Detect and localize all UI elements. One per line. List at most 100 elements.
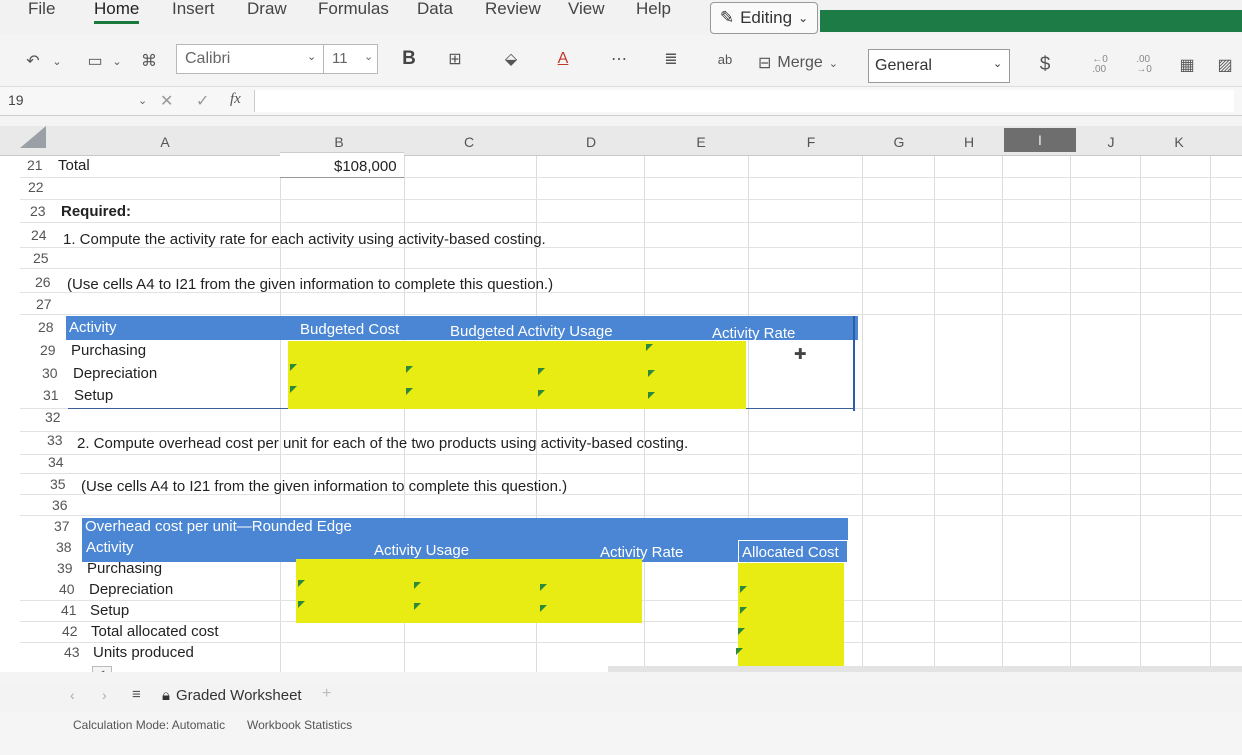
cell-a24[interactable]: 1. Compute the activity rate for each ac…: [63, 231, 546, 248]
chevron-down-icon[interactable]: ⌄: [138, 94, 147, 107]
select-all-corner[interactable]: [20, 126, 46, 148]
scroll-left-icon[interactable]: ◂: [92, 666, 112, 672]
tab-help[interactable]: Help: [636, 0, 671, 24]
name-box[interactable]: 19: [8, 92, 24, 108]
clipboard-icon[interactable]: ▭: [80, 46, 110, 76]
row-number[interactable]: 36: [52, 497, 68, 513]
cell-a21[interactable]: Total: [58, 157, 90, 174]
more-options-icon[interactable]: ⋯: [604, 44, 634, 74]
allocated-cost-purchasing-input[interactable]: [738, 563, 844, 584]
table2-row-depreciation[interactable]: Depreciation: [89, 581, 173, 598]
table2-row-total-allocated[interactable]: Total allocated cost: [91, 623, 219, 640]
row-number[interactable]: 35: [50, 476, 66, 492]
row-number[interactable]: 40: [59, 581, 75, 597]
cell-a33[interactable]: 2. Compute overhead cost per unit for ea…: [77, 435, 688, 452]
table2-header-activity[interactable]: Activity: [86, 539, 134, 556]
tab-home[interactable]: Home: [94, 0, 140, 24]
spreadsheet-grid[interactable]: A B C D E F G H I J K 21 22 23 24 25 26 …: [0, 126, 1242, 672]
decrease-decimal-button[interactable]: .00 →0: [1126, 50, 1162, 80]
tab-formulas[interactable]: Formulas: [318, 0, 389, 24]
table2-row-units-produced[interactable]: Units produced: [93, 644, 194, 661]
row-number[interactable]: 37: [54, 518, 70, 534]
font-size-select[interactable]: 11 ⌄: [323, 45, 379, 73]
cell-a26[interactable]: (Use cells A4 to I21 from the given info…: [67, 276, 553, 293]
table1-header-activity-rate[interactable]: Activity Rate: [712, 325, 795, 342]
align-icon[interactable]: ≣: [656, 44, 686, 74]
table2-header-allocated-cost[interactable]: Allocated Cost: [742, 544, 839, 561]
table1-header-activity-usage[interactable]: Budgeted Activity Usage: [450, 323, 613, 340]
borders-icon[interactable]: ⊞: [440, 44, 470, 74]
sheet-list-icon[interactable]: ≡: [132, 686, 141, 703]
tab-draw[interactable]: Draw: [247, 0, 287, 24]
table1-row-purchasing[interactable]: Purchasing: [71, 342, 146, 359]
row-number[interactable]: 29: [40, 342, 56, 358]
function-icon[interactable]: fx: [230, 91, 241, 108]
col-header-e[interactable]: E: [676, 134, 726, 150]
table1-row-setup[interactable]: Setup: [74, 387, 113, 404]
activity-usage-purchasing-input-2[interactable]: [538, 341, 648, 363]
col-header-i[interactable]: I: [1004, 128, 1076, 152]
row-number[interactable]: 23: [30, 203, 46, 219]
col-header-d[interactable]: D: [566, 134, 616, 150]
col-header-b[interactable]: B: [314, 134, 364, 150]
format-as-table-icon[interactable]: ▦: [1172, 50, 1202, 80]
row-number[interactable]: 21: [27, 157, 43, 173]
format-painter-icon[interactable]: ⌘: [134, 46, 164, 76]
activity-usage-purchasing-input-2[interactable]: [414, 559, 538, 580]
row-number[interactable]: 30: [42, 365, 58, 381]
col-header-g[interactable]: G: [874, 134, 924, 150]
sheet-tab-graded-worksheet[interactable]: 🔒︎ Graded Worksheet: [162, 687, 302, 704]
calculation-mode[interactable]: Calculation Mode: Automatic: [73, 718, 225, 732]
cell-styles-icon[interactable]: ▨: [1212, 50, 1238, 80]
tab-view[interactable]: View: [568, 0, 605, 24]
col-header-k[interactable]: K: [1154, 134, 1204, 150]
currency-format-button[interactable]: $: [1028, 50, 1062, 80]
table2-row-setup[interactable]: Setup: [90, 602, 129, 619]
activity-usage-purchasing-input[interactable]: [296, 559, 414, 580]
activity-usage-purchasing-input[interactable]: [406, 341, 538, 363]
workbook-statistics[interactable]: Workbook Statistics: [247, 718, 352, 732]
next-sheet-icon[interactable]: ›: [102, 687, 107, 703]
table1-header-budgeted-cost[interactable]: Budgeted Cost: [300, 321, 399, 338]
activity-rate-purchasing-input[interactable]: [648, 341, 746, 363]
row-number[interactable]: 28: [38, 319, 54, 335]
row-number[interactable]: 22: [28, 179, 44, 195]
col-header-f[interactable]: F: [786, 134, 836, 150]
col-header-a[interactable]: A: [140, 134, 190, 150]
horizontal-scrollbar[interactable]: [608, 666, 1242, 672]
row-number[interactable]: 41: [61, 602, 77, 618]
table2-header-activity-usage[interactable]: Activity Usage: [374, 542, 469, 559]
tab-insert[interactable]: Insert: [172, 0, 215, 24]
clipboard-dropdown-icon[interactable]: ⌄: [110, 46, 124, 76]
activity-rate-purchasing-input[interactable]: [538, 559, 642, 580]
fill-color-icon[interactable]: ⬙: [496, 44, 526, 74]
row-number[interactable]: 32: [45, 409, 61, 425]
increase-decimal-button[interactable]: ←0 .00: [1082, 50, 1118, 80]
cell-a23[interactable]: Required:: [61, 203, 131, 220]
row-number[interactable]: 38: [56, 539, 72, 555]
table2-title[interactable]: Overhead cost per unit—Rounded Edge: [85, 518, 352, 535]
budgeted-cost-purchasing-input[interactable]: [288, 341, 406, 363]
cancel-icon[interactable]: ✕: [160, 91, 173, 111]
font-name-select[interactable]: Calibri ⌄ 11 ⌄: [176, 44, 378, 74]
row-number[interactable]: 42: [62, 623, 78, 639]
row-number[interactable]: 31: [43, 387, 59, 403]
cell-b21[interactable]: $108,000: [280, 152, 404, 178]
editing-mode-button[interactable]: ✎ Editing ⌄: [710, 2, 818, 34]
undo-icon[interactable]: ↶: [18, 46, 48, 76]
cell-a35[interactable]: (Use cells A4 to I21 from the given info…: [81, 478, 567, 495]
tab-file[interactable]: File: [28, 0, 55, 24]
row-number[interactable]: 25: [33, 250, 49, 266]
row-number[interactable]: 33: [47, 432, 63, 448]
row-number[interactable]: 26: [35, 274, 51, 290]
table2-row-purchasing[interactable]: Purchasing: [87, 560, 162, 577]
tab-data[interactable]: Data: [417, 0, 453, 24]
number-format-select[interactable]: General ⌄: [868, 49, 1010, 83]
col-header-j[interactable]: J: [1086, 134, 1136, 150]
font-color-icon[interactable]: A: [548, 44, 578, 74]
tab-review[interactable]: Review: [485, 0, 541, 24]
table1-row-depreciation[interactable]: Depreciation: [73, 365, 157, 382]
row-number[interactable]: 43: [64, 644, 80, 660]
undo-dropdown-icon[interactable]: ⌄: [50, 46, 64, 76]
merge-button[interactable]: ⊟ Merge ⌄: [758, 48, 858, 78]
